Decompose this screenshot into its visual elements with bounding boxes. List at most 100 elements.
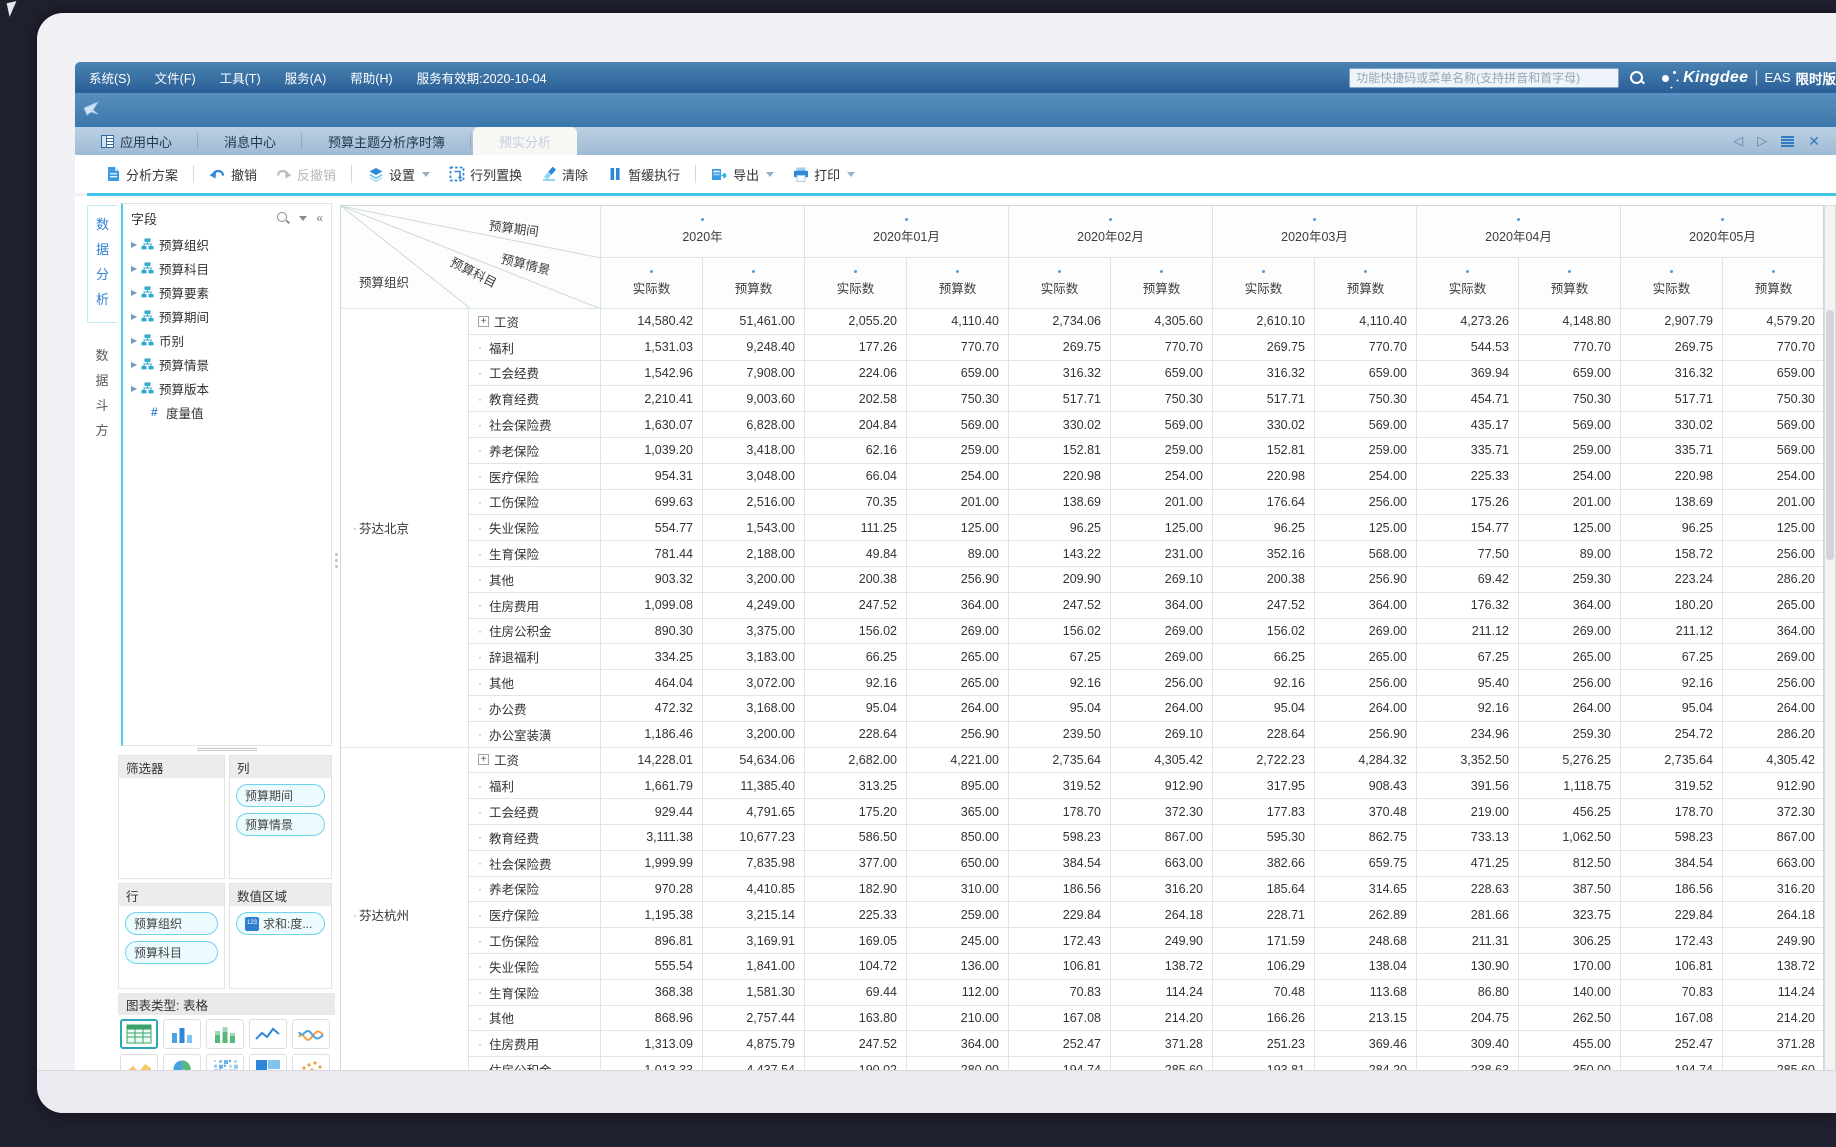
- nav-back-icon[interactable]: ◁: [1733, 133, 1743, 149]
- account-cell[interactable]: ·养老保险: [469, 877, 601, 903]
- 行列置换-button[interactable]: 行列置换: [448, 165, 522, 184]
- field-item-预算期间[interactable]: ▶预算期间: [123, 304, 331, 328]
- chip-求和:度...[interactable]: 123求和:度...: [236, 912, 325, 935]
- 打印-button[interactable]: 打印: [792, 165, 855, 184]
- account-cell[interactable]: ·工伤保险: [469, 928, 601, 954]
- 分析方案-button[interactable]: 分析方案: [104, 165, 178, 184]
- account-cell[interactable]: +工资: [469, 309, 601, 335]
- account-cell[interactable]: ·其他: [469, 670, 601, 696]
- chart-type-stacked-bar-icon[interactable]: [206, 1019, 244, 1049]
- expand-arrow-icon[interactable]: ▶: [131, 384, 141, 393]
- 设置-button[interactable]: 设置: [367, 165, 430, 184]
- account-cell[interactable]: ·医疗保险: [469, 902, 601, 928]
- account-cell[interactable]: ·社会保险费: [469, 851, 601, 877]
- side-tab-data-analysis[interactable]: 数据分析: [87, 205, 117, 323]
- menu-item[interactable]: 工具(T): [220, 68, 261, 87]
- field-item-预算组织[interactable]: ▶预算组织: [123, 232, 331, 256]
- menu-item[interactable]: 文件(F): [155, 68, 196, 87]
- account-cell[interactable]: ·住房公积金: [469, 1057, 601, 1071]
- account-cell[interactable]: ·住房公积金: [469, 619, 601, 645]
- expand-arrow-icon[interactable]: ▶: [131, 240, 141, 249]
- close-icon[interactable]: ✕: [1808, 133, 1820, 150]
- vertical-splitter[interactable]: [334, 553, 338, 587]
- expand-arrow-icon[interactable]: ▶: [131, 360, 141, 369]
- column-subheader[interactable]: 预算数: [1723, 258, 1824, 309]
- tab-预实分析[interactable]: 预实分析: [473, 127, 577, 155]
- chart-type-spline-icon[interactable]: [292, 1019, 330, 1049]
- expand-arrow-icon[interactable]: ▶: [131, 264, 141, 273]
- field-item-预算版本[interactable]: ▶预算版本: [123, 376, 331, 400]
- menu-item[interactable]: 服务(A): [285, 68, 327, 87]
- field-filter-caret-icon[interactable]: [299, 216, 307, 221]
- 暂缓执行-button[interactable]: 暂缓执行: [606, 165, 680, 184]
- chip-预算组织[interactable]: 预算组织: [125, 912, 218, 935]
- column-subheader[interactable]: 实际数: [1009, 258, 1111, 309]
- org-cell[interactable]: ·芬达杭州: [341, 748, 469, 1071]
- tab-预算主题分析序时簿[interactable]: 预算主题分析序时簿: [302, 127, 471, 155]
- quick-search-input[interactable]: [1349, 68, 1619, 88]
- 撤销-button[interactable]: 撤销: [209, 165, 257, 184]
- column-subheader[interactable]: 实际数: [1621, 258, 1723, 309]
- account-cell[interactable]: ·工会经费: [469, 361, 601, 387]
- tab-list-icon[interactable]: [1781, 136, 1794, 147]
- expand-plus-icon[interactable]: +: [478, 316, 489, 327]
- account-cell[interactable]: ·住房费用: [469, 1031, 601, 1057]
- account-cell[interactable]: ·其他: [469, 1006, 601, 1032]
- account-cell[interactable]: ·工伤保险: [469, 490, 601, 516]
- menu-item[interactable]: 帮助(H): [350, 68, 392, 87]
- column-subheader[interactable]: 预算数: [1519, 258, 1621, 309]
- account-cell[interactable]: ·工会经费: [469, 799, 601, 825]
- chip-预算科目[interactable]: 预算科目: [125, 941, 218, 964]
- column-group-header[interactable]: 2020年03月: [1213, 206, 1417, 258]
- account-cell[interactable]: ·养老保险: [469, 438, 601, 464]
- account-cell[interactable]: ·失业保险: [469, 954, 601, 980]
- column-subheader[interactable]: 预算数: [1315, 258, 1417, 309]
- 导出-button[interactable]: 导出: [711, 165, 774, 184]
- collapse-bullet-icon[interactable]: ·: [353, 521, 357, 535]
- expand-arrow-icon[interactable]: ▶: [131, 288, 141, 297]
- collapse-panel-icon[interactable]: «: [316, 211, 323, 225]
- account-cell[interactable]: ·辞退福利: [469, 644, 601, 670]
- account-cell[interactable]: ·住房费用: [469, 593, 601, 619]
- tab-应用中心[interactable]: 应用中心: [75, 127, 198, 155]
- nav-forward-icon[interactable]: ▷: [1757, 133, 1767, 149]
- chart-type-bar-icon[interactable]: [163, 1019, 201, 1049]
- account-cell[interactable]: +工资: [469, 748, 601, 774]
- dropdown-caret-icon[interactable]: [422, 172, 430, 177]
- 清除-button[interactable]: 清除: [540, 165, 588, 184]
- account-cell[interactable]: ·生育保险: [469, 541, 601, 567]
- field-item-预算情景[interactable]: ▶预算情景: [123, 352, 331, 376]
- column-subheader[interactable]: 实际数: [1213, 258, 1315, 309]
- dropdown-caret-icon[interactable]: [766, 172, 774, 177]
- dropdown-caret-icon[interactable]: [847, 172, 855, 177]
- column-group-header[interactable]: 2020年02月: [1009, 206, 1213, 258]
- column-subheader[interactable]: 实际数: [805, 258, 907, 309]
- expand-arrow-icon[interactable]: ▶: [131, 336, 141, 345]
- account-cell[interactable]: ·医疗保险: [469, 464, 601, 490]
- column-group-header[interactable]: 2020年01月: [805, 206, 1009, 258]
- account-cell[interactable]: ·福利: [469, 335, 601, 361]
- column-group-header[interactable]: 2020年04月: [1417, 206, 1621, 258]
- account-cell[interactable]: ·生育保险: [469, 980, 601, 1006]
- vertical-scrollbar[interactable]: [1824, 205, 1836, 1071]
- account-cell[interactable]: ·失业保险: [469, 515, 601, 541]
- column-subheader[interactable]: 预算数: [703, 258, 805, 309]
- column-group-header[interactable]: 2020年: [601, 206, 805, 258]
- account-cell[interactable]: ·福利: [469, 773, 601, 799]
- horizontal-splitter[interactable]: [197, 748, 257, 753]
- chip-预算期间[interactable]: 预算期间: [236, 784, 325, 807]
- column-group-header[interactable]: 2020年05月: [1621, 206, 1824, 258]
- account-cell[interactable]: ·办公室装潢: [469, 722, 601, 748]
- account-cell[interactable]: ·办公费: [469, 696, 601, 722]
- account-cell[interactable]: ·教育经费: [469, 386, 601, 412]
- menu-item[interactable]: 系统(S): [89, 68, 131, 87]
- chart-type-line-icon[interactable]: [249, 1019, 287, 1049]
- tab-消息中心[interactable]: 消息中心: [198, 127, 302, 155]
- chip-预算情景[interactable]: 预算情景: [236, 813, 325, 836]
- account-cell[interactable]: ·教育经费: [469, 825, 601, 851]
- org-cell[interactable]: ·芬达北京: [341, 309, 469, 748]
- column-subheader[interactable]: 预算数: [1111, 258, 1213, 309]
- field-item-币别[interactable]: ▶币别: [123, 328, 331, 352]
- field-item-预算科目[interactable]: ▶预算科目: [123, 256, 331, 280]
- collapse-bullet-icon[interactable]: ·: [353, 908, 357, 922]
